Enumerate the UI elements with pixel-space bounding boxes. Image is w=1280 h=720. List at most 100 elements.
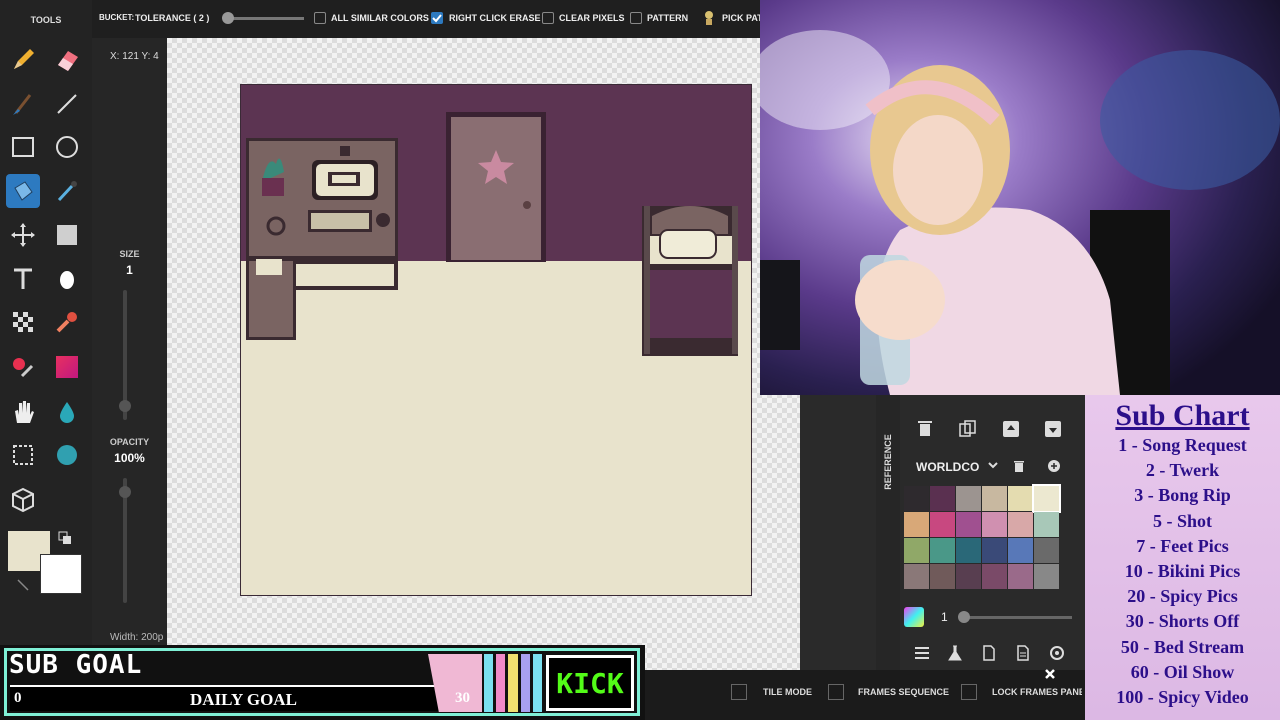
palette-swatch[interactable] [956, 512, 981, 537]
document-icon[interactable] [1013, 644, 1033, 662]
all-similar-colors-checkbox[interactable] [314, 12, 326, 24]
brush-icon [13, 94, 32, 115]
palette-swatch[interactable] [982, 564, 1007, 589]
duplicate-icon[interactable] [955, 418, 981, 440]
flask-icon[interactable] [945, 644, 965, 662]
pixel-art-canvas[interactable] [240, 84, 752, 596]
frames-sequence-checkbox[interactable] [828, 684, 844, 700]
list-icon[interactable] [912, 644, 932, 662]
file-icon[interactable] [979, 644, 999, 662]
line-icon [57, 94, 77, 114]
palette-swatch[interactable] [956, 486, 981, 511]
ellipse-icon [56, 136, 78, 158]
crop-tool[interactable] [6, 438, 40, 472]
frames-sequence-label: FRAMES SEQUENCE [858, 687, 950, 697]
sub-goal-title: SUB GOAL [9, 650, 143, 680]
layer-opacity-slider[interactable] [960, 616, 1072, 619]
import-icon[interactable] [998, 418, 1024, 440]
sub-chart-item: 7 - Feet Pics [1136, 535, 1229, 556]
palette-swatches[interactable] [904, 484, 1061, 590]
lock-frames-panel-label: LOCK FRAMES PANEL [992, 687, 1082, 697]
3d-tool[interactable] [6, 483, 40, 517]
settings-icon[interactable] [1047, 644, 1067, 662]
bucket-tool[interactable] [6, 174, 40, 208]
reference-tab[interactable]: REFERENCE [878, 427, 898, 497]
blur-tool[interactable] [50, 395, 84, 429]
palette-swatch[interactable] [982, 512, 1007, 537]
right-click-erase-checkbox[interactable] [431, 12, 443, 24]
sub-chart-item: 10 - Bikini Pics [1124, 560, 1241, 581]
pattern-label: PATTERN [647, 13, 689, 23]
rectangle-tool[interactable] [6, 130, 40, 164]
palette-swatch[interactable] [982, 486, 1007, 511]
palette-swatch[interactable] [956, 538, 981, 563]
sub-chart-item: 2 - Twerk [1145, 460, 1220, 481]
palette-swatch[interactable] [904, 512, 929, 537]
palette-swatch[interactable] [1008, 512, 1033, 537]
tolerance-slider[interactable] [224, 17, 304, 20]
palette-swatch[interactable] [930, 512, 955, 537]
hand-icon [15, 401, 34, 423]
palette-swatch[interactable] [930, 564, 955, 589]
palette-swatch[interactable] [904, 486, 929, 511]
color-wheel-icon[interactable] [904, 607, 924, 627]
gradient-icon [56, 356, 78, 378]
pencil-tool[interactable] [6, 43, 40, 77]
palette-swatch[interactable] [1008, 486, 1033, 511]
eraser-tool[interactable] [50, 43, 84, 77]
palette-swatch[interactable] [956, 564, 981, 589]
palette-swatch[interactable] [1008, 564, 1033, 589]
sub-chart-overlay: Sub Chart 1 - Song Request 2 - Twerk 3 -… [1085, 395, 1280, 720]
hand-tool[interactable] [6, 395, 40, 429]
secondary-color-swatch[interactable] [40, 554, 82, 594]
palette-name[interactable]: WORLDCO [916, 460, 979, 474]
gradient-tool[interactable] [50, 350, 84, 384]
trash-icon[interactable] [1012, 459, 1026, 473]
chevron-down-icon[interactable] [987, 458, 999, 472]
palette-swatch[interactable] [904, 538, 929, 563]
eyedropper-tool[interactable] [50, 174, 84, 208]
opacity-slider-knob[interactable] [119, 486, 131, 498]
palette-swatch[interactable] [1032, 484, 1061, 513]
palette-swatch[interactable] [904, 564, 929, 589]
brush-tool[interactable] [6, 87, 40, 121]
palette-swatch[interactable] [1034, 538, 1059, 563]
frames-options-bar: TILE MODE FRAMES SEQUENCE LOCK FRAMES PA… [645, 667, 1085, 720]
export-icon[interactable] [1040, 418, 1066, 440]
dither-tool[interactable] [6, 305, 40, 339]
tile-mode-checkbox[interactable] [731, 684, 747, 700]
reset-colors-icon[interactable] [16, 578, 30, 592]
layer-opacity-value: 1 [941, 610, 948, 624]
pick-pattern-label[interactable]: PICK PAT [722, 13, 763, 23]
layer-opacity-knob[interactable] [958, 611, 970, 623]
palette-swatch[interactable] [930, 538, 955, 563]
clear-pixels-checkbox[interactable] [542, 12, 554, 24]
smudge-tool[interactable] [50, 305, 84, 339]
pick-pattern-icon[interactable] [702, 10, 716, 26]
add-color-icon[interactable] [1047, 459, 1061, 473]
smudge-icon [56, 312, 77, 333]
shade-tool[interactable] [50, 438, 84, 472]
size-value: 1 [126, 263, 133, 277]
dodge-tool[interactable] [50, 262, 84, 296]
palette-swatch[interactable] [930, 486, 955, 511]
palette-swatch[interactable] [1008, 538, 1033, 563]
color-replace-tool[interactable] [6, 350, 40, 384]
delete-icon[interactable] [912, 418, 938, 440]
palette-swatch[interactable] [1034, 512, 1059, 537]
select-tool[interactable] [50, 218, 84, 252]
size-slider-knob[interactable] [119, 400, 131, 412]
close-icon[interactable] [1043, 667, 1057, 681]
line-tool[interactable] [50, 87, 84, 121]
palette-swatch[interactable] [982, 538, 1007, 563]
text-tool[interactable] [6, 262, 40, 296]
sub-chart-title: Sub Chart [1115, 399, 1250, 432]
swap-colors-icon[interactable] [58, 531, 72, 545]
lock-frames-panel-checkbox[interactable] [961, 684, 977, 700]
palette-swatch[interactable] [1034, 564, 1059, 589]
ellipse-tool[interactable] [50, 130, 84, 164]
tolerance-slider-knob[interactable] [222, 12, 234, 24]
move-tool[interactable] [6, 218, 40, 252]
pattern-checkbox[interactable] [630, 12, 642, 24]
goal-label: DAILY GOAL [190, 690, 297, 709]
